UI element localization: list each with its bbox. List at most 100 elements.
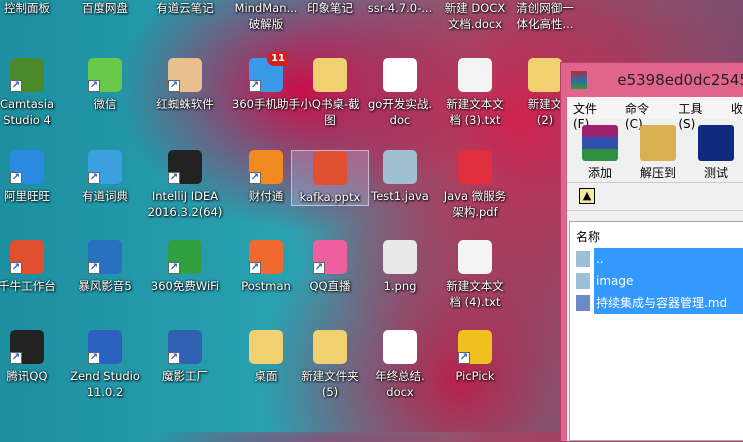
- postman-icon: ↗: [249, 240, 283, 274]
- desktop-icon[interactable]: 新建文本文 档 (3).txt: [436, 58, 514, 128]
- folder-icon: [313, 58, 347, 92]
- menu-commands[interactable]: 命令(C): [625, 100, 666, 131]
- desktop-icon[interactable]: 新建文件夹 (5): [291, 330, 369, 400]
- extract-icon: [640, 125, 676, 161]
- desktop-icon[interactable]: ↗ 暴风影音5: [66, 240, 144, 294]
- menu-bar: 文件(F) 命令(C) 工具(S) 收: [567, 97, 743, 131]
- folder-icon: [249, 330, 283, 364]
- file-name: ..: [594, 248, 743, 270]
- desktop-icon[interactable]: ↗ 魔影工厂: [146, 330, 224, 384]
- desktop-icon[interactable]: 新建文本文 档 (4).txt: [436, 240, 514, 310]
- desktop-icon[interactable]: ↗ 红蜘蛛软件: [146, 58, 224, 112]
- shortcut-arrow-icon: ↗: [458, 352, 470, 364]
- extract-to-button[interactable]: 解压到: [635, 123, 681, 180]
- shortcut-arrow-icon: ↗: [88, 262, 100, 274]
- desktop-icon-label: 360免费WiFi: [150, 279, 220, 293]
- up-folder-icon[interactable]: ▲: [579, 188, 595, 204]
- picpick-icon: ↗: [458, 330, 492, 364]
- folder-icon: [576, 273, 590, 289]
- shortcut-arrow-icon: ↗: [88, 352, 100, 364]
- add-button[interactable]: 添加: [577, 123, 623, 180]
- desktop-icon[interactable]: ↗ 阿里旺旺: [0, 150, 66, 204]
- column-header-name[interactable]: 名称: [570, 222, 743, 248]
- folder-icon: [528, 58, 562, 92]
- desktop-icon[interactable]: 新建 DOCX 文档.docx: [436, 0, 514, 32]
- aliwangwang-icon: ↗: [10, 150, 44, 184]
- desktop-icon[interactable]: 清创网御一 体化高性...: [506, 0, 584, 32]
- desktop-icon[interactable]: go开发实战. doc: [361, 58, 439, 128]
- test-icon: [698, 125, 734, 161]
- toolbar: 添加 解压到 测试: [567, 119, 743, 183]
- desktop-icon[interactable]: ↗ QQ直播: [291, 240, 369, 294]
- add-archive-icon: [582, 125, 618, 161]
- desktop-icon-label: ssr-4.7.0-...: [367, 1, 433, 15]
- desktop-icon[interactable]: ↗ 360免费WiFi: [146, 240, 224, 294]
- desktop-icon-label: 千牛工作台: [0, 279, 56, 293]
- file-row[interactable]: image: [570, 270, 743, 292]
- title-bar[interactable]: e5398ed0dc2545: [561, 63, 743, 97]
- desktop-icon[interactable]: 1.png: [361, 240, 439, 294]
- desktop-icon[interactable]: 有道云笔记: [146, 0, 224, 16]
- winrar-window: e5398ed0dc2545 文件(F) 命令(C) 工具(S) 收 添加 解压…: [560, 62, 743, 442]
- shortcut-arrow-icon: ↗: [168, 172, 180, 184]
- desktop-icon-label: Test1.java: [371, 189, 429, 203]
- shortcut-arrow-icon: ↗: [88, 172, 100, 184]
- menu-favorites[interactable]: 收: [731, 100, 743, 116]
- pdf-icon: [458, 150, 492, 184]
- word-doc-icon: [383, 58, 417, 92]
- desktop-icon-label: go开发实战. doc: [368, 97, 432, 127]
- desktop-icon-label: 魔影工厂: [162, 369, 208, 383]
- file-row[interactable]: 持续集成与容器管理.md: [570, 292, 743, 314]
- qq-live-icon: ↗: [313, 240, 347, 274]
- desktop-icon-label: QQ直播: [309, 279, 351, 293]
- desktop-icon[interactable]: ↗ 千牛工作台: [0, 240, 66, 294]
- desktop-icon-label: 印象笔记: [307, 1, 353, 15]
- java-file-icon: [383, 150, 417, 184]
- desktop-icon-label: kafka.pptx: [299, 190, 361, 204]
- text-file-icon: [458, 240, 492, 274]
- file-row[interactable]: ..: [570, 248, 743, 270]
- desktop-icon[interactable]: ↗ Camtasia Studio 4: [0, 58, 66, 128]
- test-label: 测试: [703, 166, 728, 180]
- desktop-icon[interactable]: ↗ Zend Studio 11.0.2: [66, 330, 144, 400]
- desktop-icon[interactable]: ↗ 有道词典: [66, 150, 144, 204]
- desktop-icon[interactable]: ↗ IntelliJ IDEA 2016.3.2(64): [146, 150, 224, 220]
- menu-tools[interactable]: 工具(S): [678, 100, 719, 131]
- test-button[interactable]: 测试: [693, 123, 739, 180]
- desktop-icon[interactable]: Java 微服务 架构.pdf: [436, 150, 514, 220]
- shortcut-arrow-icon: ↗: [249, 172, 261, 184]
- folder-icon: [576, 251, 590, 267]
- desktop-icon[interactable]: kafka.pptx: [291, 150, 369, 206]
- desktop-icon-label: 小Q书桌-截 图: [300, 97, 360, 127]
- desktop-icon[interactable]: ↗ 微信: [66, 58, 144, 112]
- desktop-icon-label: IntelliJ IDEA 2016.3.2(64): [147, 189, 223, 219]
- desktop-icon[interactable]: ↗ 腾讯QQ: [0, 330, 66, 384]
- desktop-icon-label: 红蜘蛛软件: [156, 97, 214, 111]
- text-file-icon: [458, 58, 492, 92]
- desktop-icon-label: 暴风影音5: [78, 279, 132, 293]
- desktop-icon[interactable]: 百度网盘: [66, 0, 144, 16]
- desktop-icon[interactable]: 年终总结. docx: [361, 330, 439, 400]
- folder-icon: [313, 330, 347, 364]
- desktop-icon-label: Zend Studio 11.0.2: [70, 369, 140, 399]
- desktop-icon-label: 腾讯QQ: [6, 369, 48, 383]
- menu-file[interactable]: 文件(F): [573, 100, 613, 131]
- desktop-icon[interactable]: 控制面板: [0, 0, 66, 16]
- red-spider-icon: ↗: [168, 58, 202, 92]
- shortcut-arrow-icon: ↗: [88, 80, 100, 92]
- wechat-icon: ↗: [88, 58, 122, 92]
- desktop-icon[interactable]: ssr-4.7.0-...: [361, 0, 439, 16]
- baofeng-icon: ↗: [88, 240, 122, 274]
- desktop-icon-label: 1.png: [383, 279, 417, 293]
- tenpay-icon: ↗: [249, 150, 283, 184]
- 360-phone-icon: ↗ 11: [249, 52, 289, 92]
- youdao-dict-icon: ↗: [88, 150, 122, 184]
- desktop-icon[interactable]: 小Q书桌-截 图: [291, 58, 369, 128]
- desktop-icon-label: 有道词典: [82, 189, 128, 203]
- shortcut-arrow-icon: ↗: [10, 80, 22, 92]
- desktop-icon[interactable]: 印象笔记: [291, 0, 369, 16]
- desktop-icon[interactable]: ↗ PicPick: [436, 330, 514, 384]
- desktop-icon-label: 清创网御一 体化高性...: [516, 1, 574, 31]
- desktop-icon[interactable]: Test1.java: [361, 150, 439, 204]
- file-list: 名称 .. image 持续集成与容器管理.md: [569, 221, 743, 441]
